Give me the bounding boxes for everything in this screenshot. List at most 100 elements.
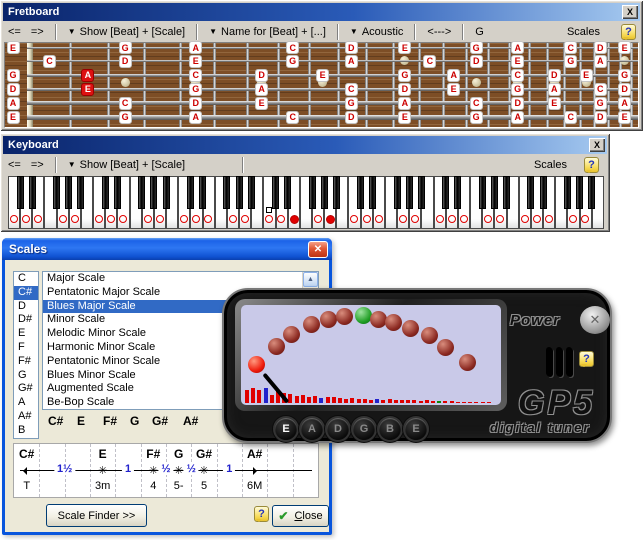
fret-note[interactable]: G: [564, 55, 577, 68]
fret-note[interactable]: D: [345, 41, 358, 54]
fret-note[interactable]: C: [594, 83, 607, 96]
fret-note[interactable]: C: [43, 55, 56, 68]
piano-black-key[interactable]: [102, 176, 109, 209]
piano-black-key[interactable]: [540, 176, 547, 209]
fretboard-show-dropdown[interactable]: ▼ Show [Beat] + [Scale]: [63, 25, 190, 39]
tuner-window[interactable]: Power ✕ ? GP5 digital tuner EADGBE: [222, 288, 612, 443]
fret-note[interactable]: D: [345, 111, 358, 124]
scale-item[interactable]: Major Scale: [43, 272, 318, 286]
piano-black-key[interactable]: [333, 176, 340, 209]
piano-black-key[interactable]: [309, 176, 316, 209]
fretboard[interactable]: EGACDEGACDECDEGACDEGAGACDEGACDEGDEGACDEG…: [4, 42, 639, 128]
fret-note[interactable]: D: [618, 83, 631, 96]
fret-note[interactable]: A: [594, 55, 607, 68]
fret-note[interactable]: E: [580, 69, 593, 82]
fret-note[interactable]: G: [618, 69, 631, 82]
fret-note[interactable]: E: [618, 41, 631, 54]
piano-keyboard[interactable]: [6, 176, 606, 230]
fret-note[interactable]: D: [594, 41, 607, 54]
fret-note[interactable]: G: [470, 41, 483, 54]
piano-black-key[interactable]: [406, 176, 413, 209]
fret-note[interactable]: D: [594, 111, 607, 124]
tuner-string-button-g4[interactable]: G: [353, 418, 375, 440]
root-note-list[interactable]: CC#DD#EFF#GG#AA#B: [13, 271, 39, 439]
fret-note[interactable]: C: [286, 41, 299, 54]
fret-note[interactable]: G: [119, 41, 132, 54]
scales-close-x-button[interactable]: ✕: [308, 241, 328, 258]
piano-black-key[interactable]: [284, 176, 291, 209]
fret-note-beat[interactable]: E: [81, 83, 94, 96]
piano-black-key[interactable]: [248, 176, 255, 209]
keyboard-scales-button[interactable]: Scales: [529, 158, 572, 172]
root-note-item[interactable]: F: [14, 341, 38, 355]
root-note-item[interactable]: G: [14, 369, 38, 383]
fret-note[interactable]: G: [398, 69, 411, 82]
piano-black-key[interactable]: [138, 176, 145, 209]
scale-finder-button[interactable]: Scale Finder >>: [46, 504, 147, 527]
tuner-string-button-b5[interactable]: B: [379, 418, 401, 440]
scales-titlebar[interactable]: Scales: [2, 238, 332, 260]
piano-black-key[interactable]: [321, 176, 328, 209]
fret-note[interactable]: A: [189, 111, 202, 124]
root-note-item[interactable]: B: [14, 424, 38, 438]
fret-note[interactable]: E: [511, 55, 524, 68]
fret-note[interactable]: E: [7, 41, 20, 54]
fret-note[interactable]: A: [548, 83, 561, 96]
fret-note[interactable]: C: [564, 111, 577, 124]
root-note-item[interactable]: G#: [14, 382, 38, 396]
fretboard-key-label[interactable]: G: [470, 25, 489, 39]
root-note-item[interactable]: C#: [14, 286, 38, 300]
piano-black-key[interactable]: [454, 176, 461, 209]
fret-note[interactable]: E: [316, 69, 329, 82]
piano-black-key[interactable]: [369, 176, 376, 209]
piano-black-key[interactable]: [77, 176, 84, 209]
piano-black-key[interactable]: [357, 176, 364, 209]
help-icon[interactable]: ?: [584, 157, 599, 173]
help-icon[interactable]: ?: [254, 506, 269, 522]
fretboard-close-button[interactable]: X: [622, 5, 638, 19]
fret-note[interactable]: D: [7, 83, 20, 96]
fret-note[interactable]: D: [398, 83, 411, 96]
fret-note[interactable]: C: [189, 69, 202, 82]
fretboard-titlebar[interactable]: Fretboard X: [3, 3, 640, 21]
fret-note[interactable]: D: [255, 69, 268, 82]
piano-black-key[interactable]: [442, 176, 449, 209]
fret-note[interactable]: G: [189, 83, 202, 96]
fret-note[interactable]: C: [286, 111, 299, 124]
piano-black-key[interactable]: [17, 176, 24, 209]
fret-note[interactable]: A: [447, 69, 460, 82]
piano-black-key[interactable]: [564, 176, 571, 209]
fret-note[interactable]: A: [618, 97, 631, 110]
fret-note[interactable]: E: [189, 55, 202, 68]
fret-note[interactable]: D: [511, 97, 524, 110]
fret-note[interactable]: A: [345, 55, 358, 68]
piano-black-key[interactable]: [199, 176, 206, 209]
fret-note[interactable]: A: [189, 41, 202, 54]
root-note-item[interactable]: F#: [14, 355, 38, 369]
fret-note[interactable]: G: [511, 83, 524, 96]
root-note-item[interactable]: C: [14, 272, 38, 286]
fret-note[interactable]: A: [7, 97, 20, 110]
keyboard-titlebar[interactable]: Keyboard X: [3, 136, 607, 154]
fret-note[interactable]: E: [398, 111, 411, 124]
piano-black-key[interactable]: [150, 176, 157, 209]
fretboard-instrument-dropdown[interactable]: ▼ Acoustic: [345, 25, 409, 39]
piano-black-key[interactable]: [187, 176, 194, 209]
tuner-string-button-a2[interactable]: A: [301, 418, 323, 440]
fret-note[interactable]: G: [7, 69, 20, 82]
fret-note[interactable]: G: [470, 111, 483, 124]
keyboard-back-button[interactable]: <=: [3, 158, 26, 172]
fretboard-name-dropdown[interactable]: ▼ Name for [Beat] + [...]: [204, 25, 331, 39]
fret-note[interactable]: D: [119, 55, 132, 68]
fret-note[interactable]: C: [423, 55, 436, 68]
help-icon[interactable]: ?: [621, 24, 636, 40]
piano-black-key[interactable]: [394, 176, 401, 209]
tuner-string-button-e1[interactable]: E: [275, 418, 297, 440]
piano-black-key[interactable]: [588, 176, 595, 209]
keyboard-show-dropdown[interactable]: ▼ Show [Beat] + [Scale]: [63, 158, 190, 172]
piano-black-key[interactable]: [272, 176, 279, 209]
help-icon[interactable]: ?: [579, 351, 594, 367]
fret-note[interactable]: E: [255, 97, 268, 110]
fret-note[interactable]: E: [447, 83, 460, 96]
fret-note[interactable]: G: [345, 97, 358, 110]
